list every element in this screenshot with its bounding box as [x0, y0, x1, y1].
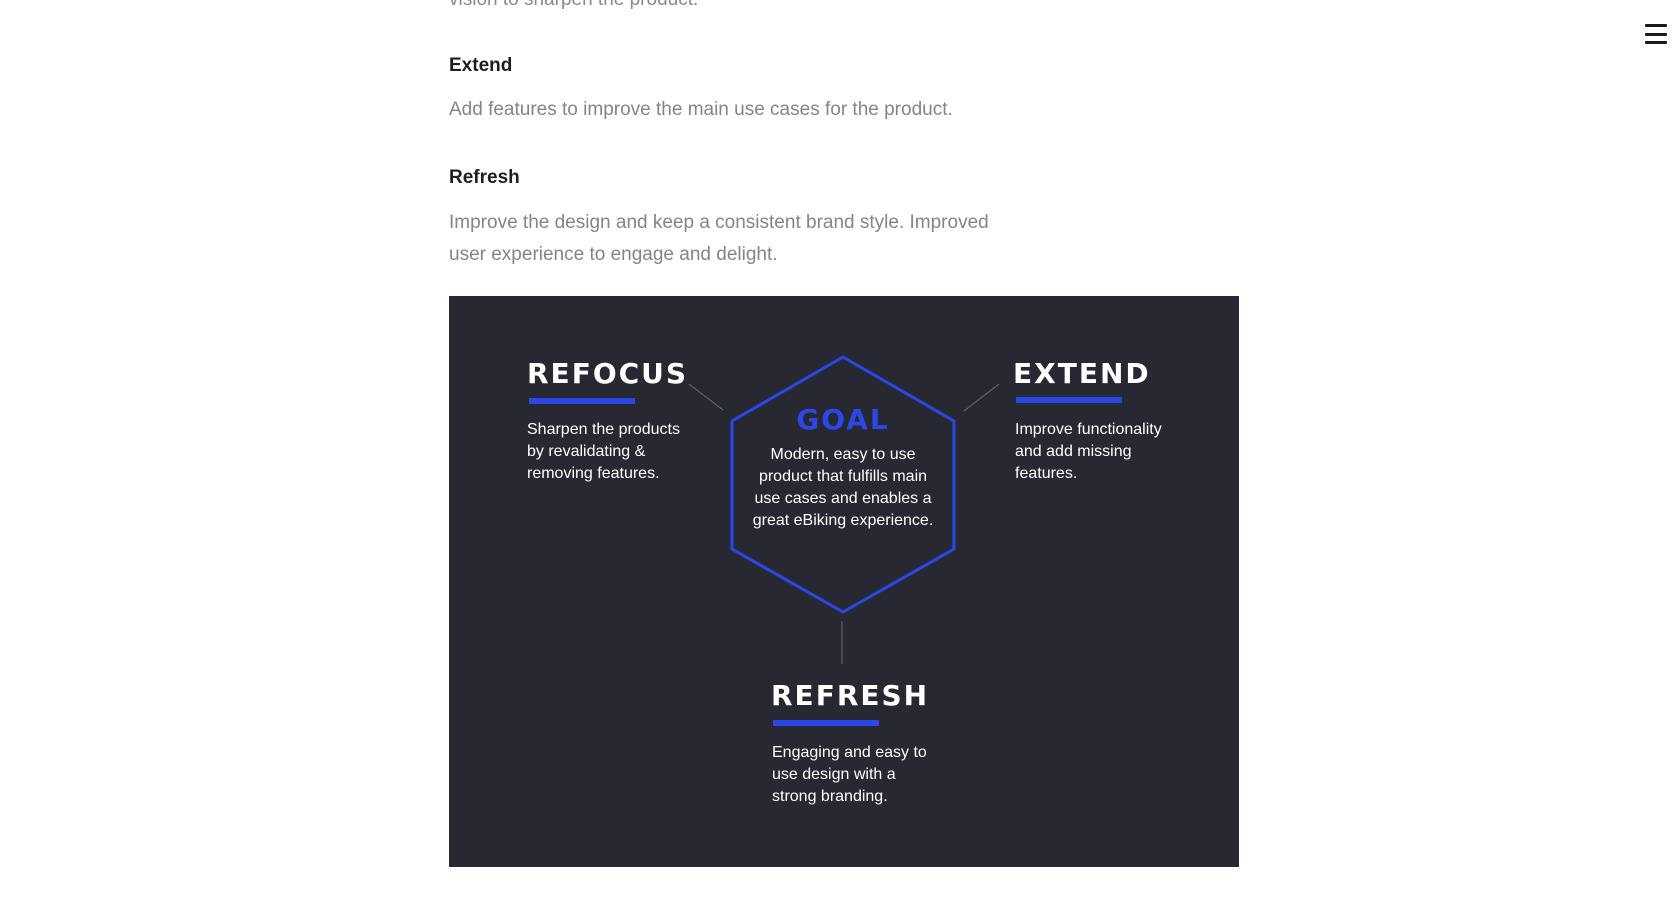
hamburger-menu-icon[interactable] — [1645, 24, 1667, 44]
goal-title: GOAL — [796, 403, 890, 436]
refocus-title: REFOCUS — [527, 357, 689, 390]
refresh-underline — [773, 720, 879, 726]
extend-title: EXTEND — [1013, 357, 1151, 390]
refocus-text: Sharpen the products by revalidating & r… — [527, 421, 680, 482]
refresh-heading: Refresh — [449, 167, 520, 188]
refocus-connector — [688, 383, 724, 411]
extend-underline — [1016, 397, 1122, 403]
refresh-title: REFRESH — [771, 679, 930, 712]
goal-text: Modern, easy to use product that fulfill… — [752, 446, 934, 529]
extend-text: Improve functionality and add missing fe… — [1015, 421, 1162, 482]
previous-paragraph-tail: vision to sharpen the product. — [449, 0, 698, 12]
refresh-paragraph: Improve the design and keep a consistent… — [449, 212, 989, 265]
goal-diagram: REFOCUS Sharpen the products by revalida… — [449, 296, 1239, 867]
extend-heading: Extend — [449, 55, 513, 76]
extend-paragraph: Add features to improve the main use cas… — [449, 99, 953, 120]
refocus-underline — [529, 398, 635, 404]
extend-connector — [963, 383, 1000, 412]
refresh-text: Engaging and easy to use design with a s… — [772, 744, 927, 805]
page: vision to sharpen the product. Extend Ad… — [0, 0, 1680, 900]
